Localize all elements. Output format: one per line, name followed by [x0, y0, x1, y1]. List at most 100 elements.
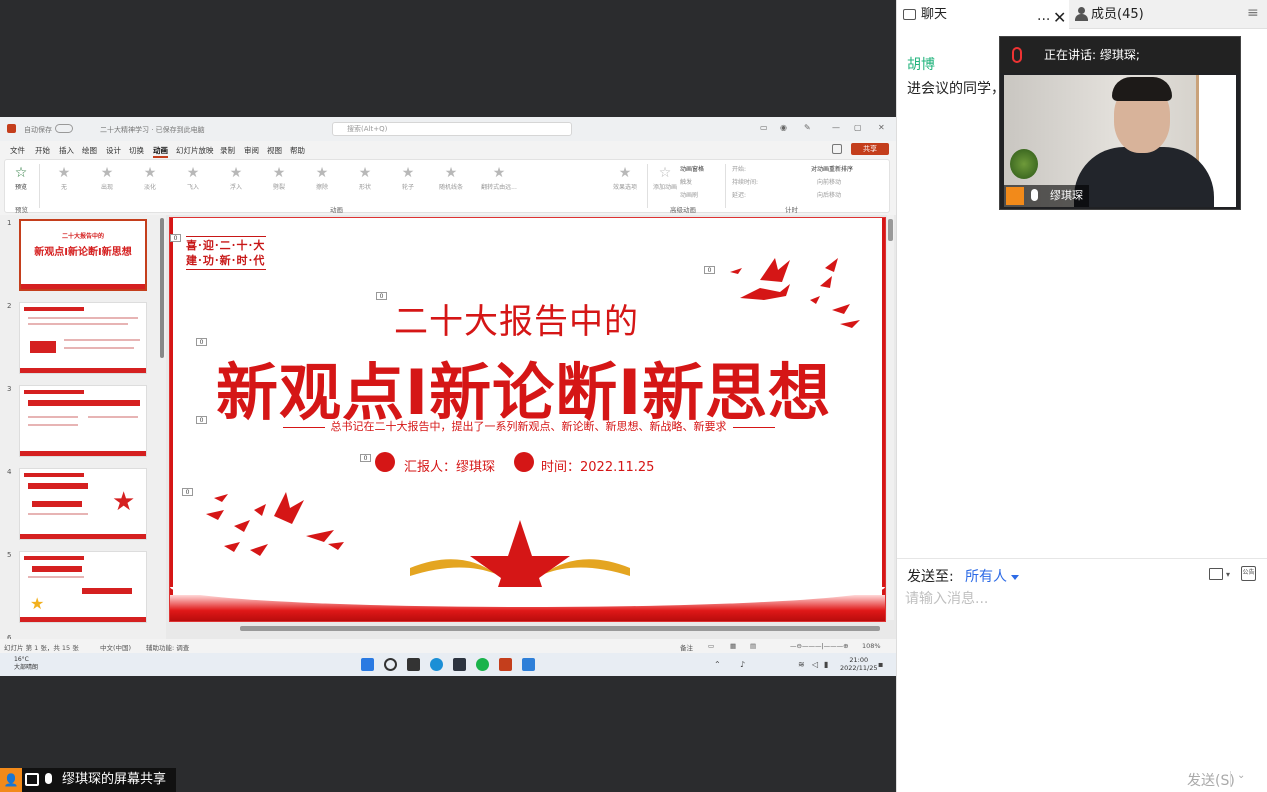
- anim-shape[interactable]: ★ 形状: [345, 164, 385, 191]
- slide-vertical-scrollbar[interactable]: [887, 215, 894, 620]
- meeting-app-icon[interactable]: [522, 658, 535, 671]
- message-input[interactable]: [905, 588, 1255, 758]
- folder-chevron-icon[interactable]: ▾: [1226, 570, 1230, 579]
- animation-tag[interactable]: 0: [196, 338, 207, 346]
- edge-browser-icon[interactable]: [430, 658, 443, 671]
- animation-tag[interactable]: 0: [704, 266, 715, 274]
- anim-float-in[interactable]: ★ 浮入: [216, 164, 256, 191]
- ppt-share-button[interactable]: 共享: [851, 143, 889, 155]
- animation-tag[interactable]: 0: [182, 488, 193, 496]
- accessibility-status[interactable]: 辅助功能: 调查: [146, 642, 189, 652]
- menu-view[interactable]: 视图: [267, 145, 282, 156]
- language-status[interactable]: 中文(中国): [100, 642, 131, 652]
- slide-thumbnail-5[interactable]: ★: [19, 551, 147, 623]
- pen-icon[interactable]: ✎: [804, 123, 811, 132]
- menu-record[interactable]: 录制: [220, 145, 235, 156]
- more-options-button[interactable]: ···: [1037, 6, 1050, 35]
- anim-fly-in[interactable]: ★ 飞入: [173, 164, 213, 191]
- vertical-scroll-thumb[interactable]: [888, 219, 893, 241]
- anim-wheel[interactable]: ★ 轮子: [388, 164, 428, 191]
- tray-chevron-icon[interactable]: ⌃: [714, 660, 721, 669]
- volume-icon[interactable]: ◁: [812, 660, 818, 669]
- battery-icon[interactable]: ▮: [824, 660, 828, 669]
- animation-tag[interactable]: 0: [376, 292, 387, 300]
- menu-insert[interactable]: 插入: [59, 145, 74, 156]
- weather-widget[interactable]: 16°C 大部晴朗: [14, 656, 38, 672]
- move-earlier-button[interactable]: 向前移动: [817, 177, 841, 186]
- wifi-icon[interactable]: ≋: [798, 660, 805, 669]
- task-view-icon[interactable]: [407, 658, 420, 671]
- speaker-video-window[interactable]: 正在讲话: 缪琪琛; 缪琪琛: [999, 36, 1241, 210]
- normal-view-icon[interactable]: ▭: [708, 642, 714, 650]
- send-to-selector[interactable]: 所有人: [965, 566, 1019, 586]
- slide-thumbnail-2[interactable]: [19, 302, 147, 374]
- restore-icon[interactable]: ▢: [854, 123, 862, 132]
- anim-flip[interactable]: ★ 翻转式由远...: [474, 164, 524, 191]
- autosave-toggle[interactable]: [55, 124, 73, 133]
- menu-help[interactable]: 帮助: [290, 145, 305, 156]
- trigger-button[interactable]: 触发: [680, 177, 692, 186]
- search-icon[interactable]: [384, 658, 397, 671]
- anim-random-bars[interactable]: ★ 随机线条: [431, 164, 471, 191]
- send-button[interactable]: 发送(S): [1187, 770, 1235, 790]
- effect-options-button[interactable]: ★ 效果选项: [605, 164, 645, 191]
- move-later-button[interactable]: 向后移动: [817, 190, 841, 199]
- ribbon-separator: [725, 164, 726, 208]
- anim-none[interactable]: ★ 无: [44, 164, 84, 191]
- anim-fade[interactable]: ★ 淡化: [130, 164, 170, 191]
- menu-draw[interactable]: 绘图: [82, 145, 97, 156]
- zoom-slider[interactable]: —⊖———|———⊕: [790, 642, 849, 650]
- thumbnail-scrollbar[interactable]: [160, 218, 164, 358]
- animation-pane-button[interactable]: 动画窗格: [680, 164, 704, 173]
- anim-appear[interactable]: ★ 出现: [87, 164, 127, 191]
- app-icon[interactable]: [453, 658, 466, 671]
- add-animation-button[interactable]: ☆ 添加动画: [645, 164, 685, 191]
- anim-float-in-icon: ★: [229, 165, 243, 181]
- reading-view-icon[interactable]: ▤: [750, 642, 756, 650]
- menu-review[interactable]: 审阅: [244, 145, 259, 156]
- slide-thumbnail-1[interactable]: 二十大报告中的 新观点I新论断I新思想: [19, 219, 147, 291]
- animation-painter-button[interactable]: 动画刷: [680, 190, 698, 199]
- wechat-icon[interactable]: [476, 658, 489, 671]
- powerpoint-taskbar-icon[interactable]: [499, 658, 512, 671]
- comments-icon[interactable]: [832, 144, 842, 154]
- tab-chat[interactable]: 聊天 ··· ✕: [897, 0, 1069, 29]
- slide-canvas[interactable]: 喜·迎·二·十·大 建·功·新·时·代 0 0 0 0 0 0 0 二十大报告中…: [169, 217, 886, 622]
- menu-animations[interactable]: 动画: [153, 145, 168, 158]
- zoom-level[interactable]: 108%: [862, 642, 881, 650]
- horizontal-scroll-thumb[interactable]: [240, 626, 880, 631]
- ribbon-display-icon[interactable]: ▭: [760, 123, 768, 132]
- menu-home[interactable]: 开始: [35, 145, 50, 156]
- close-window-icon[interactable]: ✕: [878, 123, 885, 132]
- slide-thumbnail-3[interactable]: [19, 385, 147, 457]
- preview-button[interactable]: ☆ 预览: [1, 164, 41, 191]
- account-avatar-icon[interactable]: ◉: [780, 123, 787, 132]
- slide-thumbnail-4[interactable]: ★: [19, 468, 147, 540]
- notification-icon[interactable]: ▪: [878, 660, 883, 669]
- menu-transitions[interactable]: 切换: [129, 145, 144, 156]
- windows-start-icon[interactable]: [361, 658, 374, 671]
- search-box[interactable]: 搜索(Alt+Q): [332, 122, 572, 136]
- tray-mic-icon[interactable]: ♪: [740, 660, 745, 669]
- anim-wipe[interactable]: ★ 擦除: [302, 164, 342, 191]
- anim-split[interactable]: ★ 劈裂: [259, 164, 299, 191]
- minimize-icon[interactable]: —: [832, 123, 840, 132]
- file-folder-icon[interactable]: [1209, 568, 1223, 580]
- announcement-icon[interactable]: 公告: [1241, 566, 1256, 581]
- message-sender[interactable]: 胡博: [907, 54, 935, 74]
- send-options-chevron-icon[interactable]: ⌄: [1237, 770, 1245, 781]
- notes-button[interactable]: 备注: [680, 642, 693, 652]
- system-clock[interactable]: 21:00 2022/11/25: [840, 656, 877, 672]
- menu-slideshow[interactable]: 幻灯片放映: [176, 145, 214, 156]
- slide-sorter-icon[interactable]: ▦: [730, 642, 736, 650]
- panel-menu-icon[interactable]: ≡: [1247, 5, 1259, 21]
- menu-file[interactable]: 文件: [10, 145, 25, 156]
- send-to-value: 所有人: [965, 569, 1007, 585]
- menu-design[interactable]: 设计: [106, 145, 121, 156]
- animation-tag[interactable]: 0: [170, 234, 181, 242]
- flying-doves-left: [206, 492, 344, 556]
- slide-horizontal-scrollbar[interactable]: [172, 625, 886, 632]
- tab-members[interactable]: 成员(45): [1071, 0, 1144, 29]
- close-chat-button[interactable]: ✕: [1053, 3, 1066, 32]
- animation-tag[interactable]: 0: [360, 454, 371, 462]
